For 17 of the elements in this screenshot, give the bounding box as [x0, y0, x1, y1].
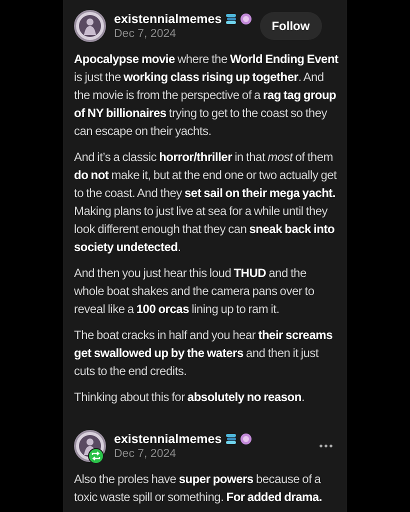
post-paragraph: And it’s a classic horror/thriller in that most of them do not make it, but at the end one or two actually get to the coast. And they set sail on their mega yacht. Making plans to just live at sea for a while until they look different enough that they can sneak back into society undetected.	[74, 149, 338, 256]
username[interactable]: existennialmemes	[114, 12, 222, 26]
post-paragraph: Apocalypse movie where the World Ending Event is just the working class rising up together. And the movie is from the perspective of a rag tag group of NY billionaires trying to get to the coast so they can escape on their yachts.	[74, 51, 339, 140]
stack-badge-icon	[224, 13, 237, 25]
post-date: Dec 7, 2024	[114, 28, 178, 40]
post-paragraph: Also the proles have super powers because of a toxic waste spill or something. For added drama.	[74, 471, 323, 506]
more-options-icon[interactable]	[319, 444, 333, 448]
post-paragraph: And then you just hear this loud THUD and the whole boat shakes and the camera pans over to reveal like a 100 orcas lining up to ram it.	[74, 265, 316, 318]
follow-button[interactable]: Follow	[260, 12, 322, 40]
circle-badge-icon	[240, 433, 252, 445]
avatar-icon[interactable]	[74, 10, 106, 42]
username[interactable]: existennialmemes	[114, 432, 222, 446]
circle-badge-icon	[240, 13, 252, 25]
post-paragraph: Thinking about this for absolutely no reason.	[74, 389, 306, 406]
post-date: Dec 7, 2024	[114, 448, 178, 460]
stack-badge-icon	[224, 433, 237, 445]
post-paragraph: The boat cracks in half and you hear their screams get swallowed up by the waters and then it just cuts to the end credits.	[74, 327, 334, 380]
